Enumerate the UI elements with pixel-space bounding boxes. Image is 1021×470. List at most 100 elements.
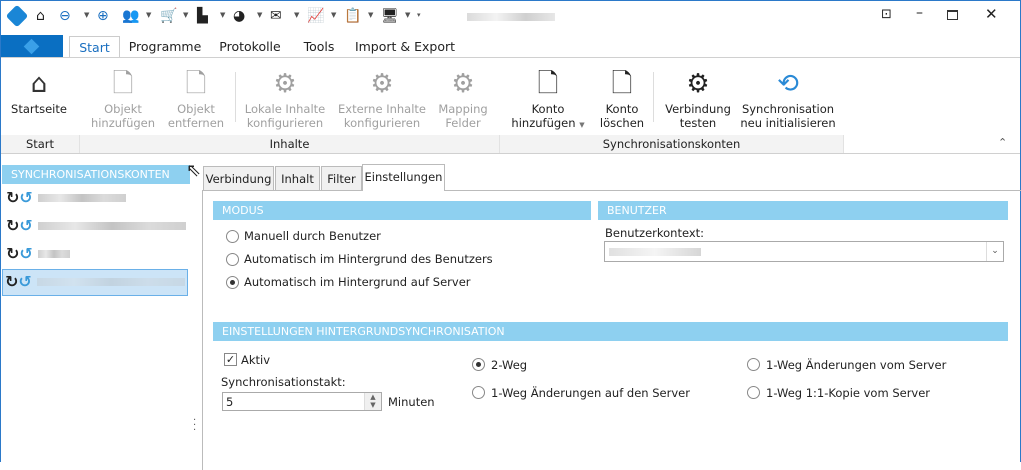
close-icon[interactable]: ✕ bbox=[985, 5, 998, 23]
tab-tools[interactable]: Tools bbox=[298, 36, 340, 58]
tab-verbindung[interactable]: Verbindung bbox=[203, 166, 274, 190]
button-label: konfigurieren bbox=[343, 116, 421, 130]
sync-account-icon: ↻↺ bbox=[6, 244, 33, 263]
mapping-felder-button[interactable]: ⚙ Mapping Felder bbox=[436, 66, 490, 130]
account-name-blurred bbox=[38, 222, 186, 230]
objekt-hinzufuegen-button[interactable]: 🗋 Objekt hinzufügen bbox=[88, 66, 158, 130]
home-icon[interactable]: ⌂ bbox=[36, 8, 45, 24]
radio-automatisch-server[interactable] bbox=[226, 276, 239, 289]
restore-icon[interactable]: ⊡ bbox=[881, 7, 892, 22]
radio-1-weg-vom-server[interactable] bbox=[747, 358, 760, 371]
group-label-start: Start bbox=[1, 135, 80, 153]
dropdown-arrow-icon[interactable]: ▼ bbox=[294, 11, 299, 19]
app-logo-icon bbox=[23, 38, 40, 55]
home-icon: ⌂ bbox=[30, 69, 48, 99]
account-item[interactable]: ↻↺ bbox=[4, 186, 188, 210]
tasks-icon[interactable]: 📋 bbox=[344, 8, 361, 24]
button-label: Lokale Inhalte bbox=[244, 102, 326, 116]
dropdown-arrow-icon[interactable]: ▼ bbox=[146, 11, 151, 19]
synchronisation-neu-initialisieren-button[interactable]: ⟲ Synchronisation neu initialisieren bbox=[740, 66, 836, 130]
back-icon[interactable]: ⊖ bbox=[59, 8, 71, 24]
radio-manuell[interactable] bbox=[226, 230, 239, 243]
account-name-blurred bbox=[38, 250, 70, 258]
button-label: entfernen bbox=[167, 116, 225, 130]
forward-icon[interactable]: ⊕ bbox=[97, 8, 109, 24]
contacts-icon[interactable]: 👥 bbox=[122, 8, 139, 24]
benutzer-header: BENUTZER bbox=[598, 201, 1008, 220]
monitor-icon[interactable]: 🖥 bbox=[381, 8, 399, 24]
minimize-icon[interactable]: – bbox=[916, 5, 923, 21]
separator bbox=[653, 72, 654, 122]
mail-icon[interactable]: ✉ bbox=[270, 8, 282, 24]
window-title-blurred bbox=[467, 13, 555, 21]
new-document-icon: 🗋 bbox=[112, 69, 134, 99]
documents-icon[interactable]: ▙ bbox=[197, 8, 208, 24]
tab-filter[interactable]: Filter bbox=[321, 166, 362, 190]
spin-up-icon[interactable]: ▲ bbox=[365, 393, 381, 401]
dropdown-arrow-icon[interactable]: ▼ bbox=[257, 11, 262, 19]
cart-icon[interactable]: 🛒 bbox=[160, 8, 177, 24]
dropdown-arrow-icon[interactable]: ▼ bbox=[405, 11, 410, 19]
button-label: Startseite bbox=[11, 102, 67, 116]
konto-hinzufuegen-button[interactable]: 🗋 Konto hinzufügen ▼ bbox=[508, 66, 588, 132]
verbindung-testen-button[interactable]: ⚙ Verbindung testen bbox=[660, 66, 736, 130]
konto-loeschen-button[interactable]: 🗋 Konto löschen bbox=[596, 66, 648, 130]
stats-icon[interactable]: 📈 bbox=[307, 8, 324, 24]
gears-icon: ⚙ bbox=[451, 69, 475, 99]
sync-settings-header: EINSTELLUNGEN HINTERGRUNDSYNCHRONISATION bbox=[213, 322, 1008, 341]
chevron-down-icon[interactable]: ⌄ bbox=[986, 242, 1003, 261]
tab-programme[interactable]: Programme bbox=[128, 36, 202, 58]
delete-document-icon: 🗋 bbox=[611, 69, 633, 99]
radio-label: Automatisch im Hintergrund des Benutzers bbox=[244, 252, 493, 266]
account-item-selected[interactable]: ↻↺ bbox=[2, 269, 188, 296]
dropdown-arrow-icon[interactable]: ▼ bbox=[331, 11, 336, 19]
splitter-handle[interactable]: · · · bbox=[193, 416, 196, 436]
account-name-blurred bbox=[38, 194, 126, 202]
sync-icon: ⟲ bbox=[777, 69, 799, 99]
radio-automatisch-benutzer[interactable] bbox=[226, 253, 239, 266]
objekt-entfernen-button[interactable]: 🗋 Objekt entfernen bbox=[164, 66, 228, 130]
account-item[interactable]: ↻↺ bbox=[4, 214, 188, 238]
account-item[interactable]: ↻↺ bbox=[4, 242, 188, 266]
button-label: Konto bbox=[605, 102, 639, 116]
tab-einstellungen[interactable]: Einstellungen bbox=[362, 164, 445, 191]
button-label: hinzufügen bbox=[511, 116, 576, 130]
gears-icon: ⚙ bbox=[686, 69, 710, 99]
dropdown-arrow-icon[interactable]: ▼ bbox=[368, 11, 373, 19]
startseite-button[interactable]: ⌂ Startseite bbox=[6, 66, 72, 116]
aktiv-label: Aktiv bbox=[241, 353, 271, 367]
aktiv-checkbox[interactable]: ✓ bbox=[224, 353, 237, 366]
ribbon-bottom-border bbox=[1, 153, 1020, 154]
maximize-icon[interactable] bbox=[947, 10, 958, 20]
spin-down-icon[interactable]: ▼ bbox=[365, 401, 381, 409]
radio-1-weg-auf-server[interactable] bbox=[472, 386, 485, 399]
group-label-inhalte: Inhalte bbox=[80, 135, 500, 153]
button-label: Konto bbox=[531, 102, 565, 116]
collapse-ribbon-icon[interactable]: ⌃ bbox=[998, 136, 1007, 149]
dropdown-arrow-icon[interactable]: ▼ bbox=[84, 11, 89, 19]
synchronisationstakt-spinner[interactable]: 5 ▲ ▼ bbox=[222, 392, 382, 411]
lokale-inhalte-button[interactable]: ⚙ Lokale Inhalte konfigurieren bbox=[243, 66, 327, 130]
radio-1-weg-kopie-vom-server[interactable] bbox=[747, 386, 760, 399]
button-label: Mapping bbox=[438, 102, 488, 116]
tab-inhalt[interactable]: Inhalt bbox=[275, 166, 320, 190]
dropdown-arrow-icon[interactable]: ▼ bbox=[220, 11, 225, 19]
combobox-value-blurred bbox=[609, 248, 701, 256]
tab-import-export[interactable]: Import & Export bbox=[354, 36, 456, 58]
benutzerkontext-combobox[interactable]: ⌄ bbox=[604, 241, 1004, 262]
minuten-label: Minuten bbox=[388, 395, 435, 409]
spinner-value[interactable]: 5 bbox=[226, 395, 233, 409]
radio-2-weg[interactable] bbox=[472, 358, 485, 371]
mouse-cursor-icon: ⇖ bbox=[186, 160, 202, 181]
spin-buttons[interactable]: ▲ ▼ bbox=[364, 393, 381, 410]
synchronisationstakt-label: Synchronisationstakt: bbox=[221, 375, 346, 389]
customize-qat-icon[interactable]: ▾ bbox=[417, 11, 421, 19]
button-label: testen bbox=[679, 116, 717, 130]
button-label: Externe Inhalte bbox=[338, 102, 426, 116]
tab-protokolle[interactable]: Protokolle bbox=[216, 36, 284, 58]
file-tab[interactable] bbox=[1, 35, 63, 58]
externe-inhalte-button[interactable]: ⚙ Externe Inhalte konfigurieren bbox=[336, 66, 428, 130]
dropdown-arrow-icon[interactable]: ▼ bbox=[183, 11, 188, 19]
tab-start[interactable]: Start bbox=[69, 36, 120, 58]
pie-chart-icon[interactable]: ◕ bbox=[233, 8, 245, 24]
